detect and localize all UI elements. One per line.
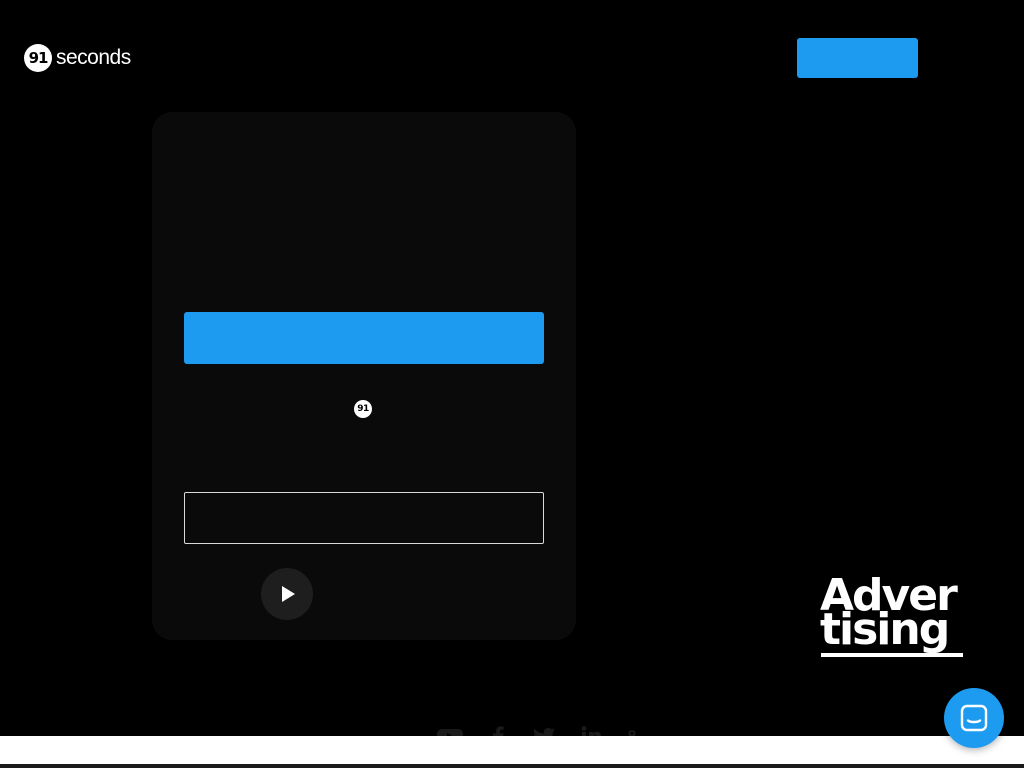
footer-edge — [0, 764, 1024, 768]
advertising-logo-underline — [821, 653, 963, 657]
chat-icon — [960, 704, 988, 732]
page: 91 seconds 91 Adver tising — [0, 0, 1024, 768]
header-cta-button[interactable] — [797, 38, 918, 78]
play-icon — [282, 586, 295, 602]
site-logo[interactable]: 91 seconds — [24, 43, 131, 73]
logo-wordmark: seconds — [56, 46, 131, 69]
play-video-button[interactable] — [261, 568, 313, 620]
advertising-logo-line2: tising — [820, 604, 948, 655]
logo-badge: 91 — [24, 44, 52, 72]
card-logo-mark: 91 — [354, 400, 372, 418]
footer-bar — [0, 736, 1024, 764]
chat-launcher-button[interactable] — [944, 688, 1004, 748]
advertising-logo: Adver tising — [820, 570, 963, 657]
signup-card: 91 — [152, 112, 576, 640]
card-primary-button[interactable] — [184, 312, 544, 364]
card-text-input[interactable] — [184, 492, 544, 544]
